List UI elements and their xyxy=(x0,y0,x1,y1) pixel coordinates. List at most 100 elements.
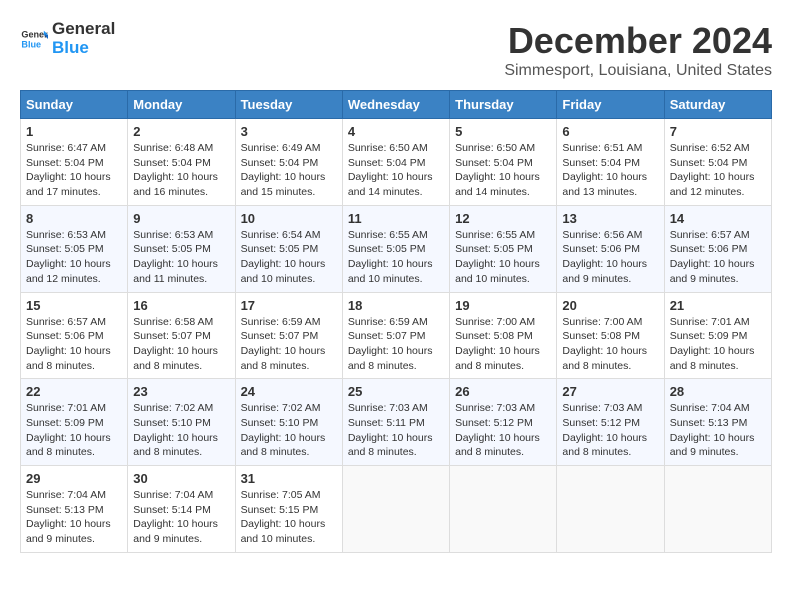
calendar-cell: 28Sunrise: 7:04 AM Sunset: 5:13 PM Dayli… xyxy=(664,379,771,466)
day-info: Sunrise: 6:55 AM Sunset: 5:05 PM Dayligh… xyxy=(348,228,444,287)
header-monday: Monday xyxy=(128,91,235,119)
header-thursday: Thursday xyxy=(450,91,557,119)
day-info: Sunrise: 6:50 AM Sunset: 5:04 PM Dayligh… xyxy=(348,141,444,200)
day-number: 31 xyxy=(241,471,337,486)
day-number: 3 xyxy=(241,124,337,139)
day-number: 20 xyxy=(562,298,658,313)
day-info: Sunrise: 7:03 AM Sunset: 5:12 PM Dayligh… xyxy=(562,401,658,460)
day-info: Sunrise: 6:55 AM Sunset: 5:05 PM Dayligh… xyxy=(455,228,551,287)
calendar-cell: 17Sunrise: 6:59 AM Sunset: 5:07 PM Dayli… xyxy=(235,292,342,379)
calendar-cell: 27 Sunrise: 7:03 AM Sunset: 5:12 PM Dayli… xyxy=(557,379,664,466)
day-info: Sunrise: 6:48 AM Sunset: 5:04 PM Dayligh… xyxy=(133,141,229,200)
day-number: 27 xyxy=(562,384,658,399)
calendar-cell: 20 Sunrise: 7:00 AM Sunset: 5:08 PM Dayli… xyxy=(557,292,664,379)
calendar-cell: 30Sunrise: 7:04 AM Sunset: 5:14 PM Dayli… xyxy=(128,466,235,553)
day-info: Sunrise: 6:57 AM Sunset: 5:06 PM Dayligh… xyxy=(670,228,766,287)
month-title: December 2024 xyxy=(504,20,772,62)
day-number: 12 xyxy=(455,211,551,226)
day-info: Sunrise: 6:49 AM Sunset: 5:04 PM Dayligh… xyxy=(241,141,337,200)
svg-text:Blue: Blue xyxy=(21,39,41,49)
day-number: 18 xyxy=(348,298,444,313)
day-info: Sunrise: 7:01 AM Sunset: 5:09 PM Dayligh… xyxy=(26,401,122,460)
calendar-cell: 29Sunrise: 7:04 AM Sunset: 5:13 PM Dayli… xyxy=(21,466,128,553)
logo-blue-text: Blue xyxy=(52,39,115,58)
calendar-body: 1 Sunrise: 6:47 AM Sunset: 5:04 PM Daylig… xyxy=(21,119,772,553)
location-title: Simmesport, Louisiana, United States xyxy=(504,62,772,80)
logo-general-text: General xyxy=(52,20,115,39)
calendar-cell: 6 Sunrise: 6:51 AM Sunset: 5:04 PM Daylig… xyxy=(557,119,664,206)
day-info: Sunrise: 6:47 AM Sunset: 5:04 PM Dayligh… xyxy=(26,141,122,200)
calendar-cell: 3 Sunrise: 6:49 AM Sunset: 5:04 PM Daylig… xyxy=(235,119,342,206)
logo: General Blue General Blue xyxy=(20,20,115,57)
day-number: 2 xyxy=(133,124,229,139)
week-row-2: 8 Sunrise: 6:53 AM Sunset: 5:05 PM Daylig… xyxy=(21,205,772,292)
calendar-cell: 23 Sunrise: 7:02 AM Sunset: 5:10 PM Dayli… xyxy=(128,379,235,466)
day-info: Sunrise: 6:52 AM Sunset: 5:04 PM Dayligh… xyxy=(670,141,766,200)
day-number: 6 xyxy=(562,124,658,139)
calendar-cell: 5Sunrise: 6:50 AM Sunset: 5:04 PM Daylig… xyxy=(450,119,557,206)
day-number: 14 xyxy=(670,211,766,226)
day-number: 23 xyxy=(133,384,229,399)
day-number: 13 xyxy=(562,211,658,226)
day-info: Sunrise: 6:59 AM Sunset: 5:07 PM Dayligh… xyxy=(348,315,444,374)
day-info: Sunrise: 7:03 AM Sunset: 5:12 PM Dayligh… xyxy=(455,401,551,460)
calendar-cell xyxy=(664,466,771,553)
day-info: Sunrise: 6:53 AM Sunset: 5:05 PM Dayligh… xyxy=(133,228,229,287)
calendar-cell: 14 Sunrise: 6:57 AM Sunset: 5:06 PM Dayli… xyxy=(664,205,771,292)
calendar-header-row: Sunday Monday Tuesday Wednesday Thursday… xyxy=(21,91,772,119)
day-info: Sunrise: 7:00 AM Sunset: 5:08 PM Dayligh… xyxy=(562,315,658,374)
calendar-cell: 22 Sunrise: 7:01 AM Sunset: 5:09 PM Dayli… xyxy=(21,379,128,466)
day-number: 15 xyxy=(26,298,122,313)
day-number: 29 xyxy=(26,471,122,486)
day-info: Sunrise: 6:53 AM Sunset: 5:05 PM Dayligh… xyxy=(26,228,122,287)
calendar-cell: 8 Sunrise: 6:53 AM Sunset: 5:05 PM Daylig… xyxy=(21,205,128,292)
day-info: Sunrise: 7:01 AM Sunset: 5:09 PM Dayligh… xyxy=(670,315,766,374)
calendar-cell xyxy=(342,466,449,553)
logo-icon: General Blue xyxy=(20,25,48,53)
calendar-cell: 10Sunrise: 6:54 AM Sunset: 5:05 PM Dayli… xyxy=(235,205,342,292)
calendar-cell: 11Sunrise: 6:55 AM Sunset: 5:05 PM Dayli… xyxy=(342,205,449,292)
calendar-cell: 16 Sunrise: 6:58 AM Sunset: 5:07 PM Dayli… xyxy=(128,292,235,379)
calendar-cell: 4 Sunrise: 6:50 AM Sunset: 5:04 PM Daylig… xyxy=(342,119,449,206)
calendar-cell: 21 Sunrise: 7:01 AM Sunset: 5:09 PM Dayli… xyxy=(664,292,771,379)
day-number: 26 xyxy=(455,384,551,399)
day-number: 8 xyxy=(26,211,122,226)
day-number: 7 xyxy=(670,124,766,139)
header-sunday: Sunday xyxy=(21,91,128,119)
day-number: 25 xyxy=(348,384,444,399)
calendar-cell: 12 Sunrise: 6:55 AM Sunset: 5:05 PM Dayli… xyxy=(450,205,557,292)
calendar-cell: 7 Sunrise: 6:52 AM Sunset: 5:04 PM Daylig… xyxy=(664,119,771,206)
calendar-cell: 9Sunrise: 6:53 AM Sunset: 5:05 PM Daylig… xyxy=(128,205,235,292)
day-info: Sunrise: 6:51 AM Sunset: 5:04 PM Dayligh… xyxy=(562,141,658,200)
day-number: 17 xyxy=(241,298,337,313)
calendar-cell xyxy=(450,466,557,553)
day-info: Sunrise: 6:50 AM Sunset: 5:04 PM Dayligh… xyxy=(455,141,551,200)
day-number: 1 xyxy=(26,124,122,139)
calendar-cell: 15 Sunrise: 6:57 AM Sunset: 5:06 PM Dayli… xyxy=(21,292,128,379)
calendar-cell xyxy=(557,466,664,553)
week-row-1: 1 Sunrise: 6:47 AM Sunset: 5:04 PM Daylig… xyxy=(21,119,772,206)
header-saturday: Saturday xyxy=(664,91,771,119)
calendar-cell: 26 Sunrise: 7:03 AM Sunset: 5:12 PM Dayli… xyxy=(450,379,557,466)
day-number: 24 xyxy=(241,384,337,399)
page-header: General Blue General Blue December 2024 … xyxy=(20,20,772,80)
calendar-cell: 25 Sunrise: 7:03 AM Sunset: 5:11 PM Dayli… xyxy=(342,379,449,466)
calendar-cell: 13Sunrise: 6:56 AM Sunset: 5:06 PM Dayli… xyxy=(557,205,664,292)
week-row-5: 29Sunrise: 7:04 AM Sunset: 5:13 PM Dayli… xyxy=(21,466,772,553)
day-number: 4 xyxy=(348,124,444,139)
day-number: 22 xyxy=(26,384,122,399)
day-info: Sunrise: 7:04 AM Sunset: 5:13 PM Dayligh… xyxy=(670,401,766,460)
day-info: Sunrise: 7:03 AM Sunset: 5:11 PM Dayligh… xyxy=(348,401,444,460)
header-tuesday: Tuesday xyxy=(235,91,342,119)
calendar-table: Sunday Monday Tuesday Wednesday Thursday… xyxy=(20,90,772,553)
day-number: 21 xyxy=(670,298,766,313)
day-info: Sunrise: 6:57 AM Sunset: 5:06 PM Dayligh… xyxy=(26,315,122,374)
day-info: Sunrise: 7:04 AM Sunset: 5:14 PM Dayligh… xyxy=(133,488,229,547)
day-number: 16 xyxy=(133,298,229,313)
day-info: Sunrise: 6:58 AM Sunset: 5:07 PM Dayligh… xyxy=(133,315,229,374)
header-wednesday: Wednesday xyxy=(342,91,449,119)
day-info: Sunrise: 7:02 AM Sunset: 5:10 PM Dayligh… xyxy=(133,401,229,460)
title-area: December 2024 Simmesport, Louisiana, Uni… xyxy=(504,20,772,80)
calendar-cell: 1 Sunrise: 6:47 AM Sunset: 5:04 PM Daylig… xyxy=(21,119,128,206)
calendar-cell: 19Sunrise: 7:00 AM Sunset: 5:08 PM Dayli… xyxy=(450,292,557,379)
